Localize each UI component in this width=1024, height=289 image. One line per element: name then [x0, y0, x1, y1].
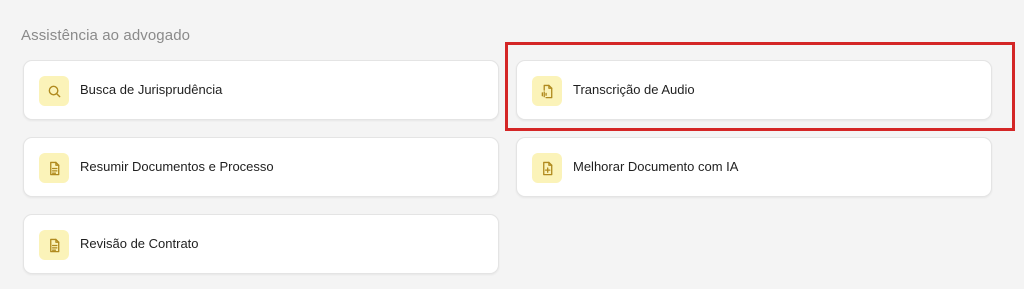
card-label: Melhorar Documento com IA [573, 159, 739, 174]
document-icon [39, 153, 69, 183]
card-transcricao-audio[interactable]: Transcrição de Audio [516, 60, 992, 120]
card-label: Resumir Documentos e Processo [80, 159, 274, 174]
card-label: Busca de Jurisprudência [80, 82, 223, 97]
section-title: Assistência ao advogado [21, 27, 191, 44]
document-icon [39, 230, 69, 260]
card-label: Revisão de Contrato [80, 236, 199, 251]
card-melhorar-documento[interactable]: Melhorar Documento com IA [516, 137, 992, 197]
document-plus-icon [532, 153, 562, 183]
audio-file-icon [532, 76, 562, 106]
search-icon [39, 76, 69, 106]
card-revisao-contrato[interactable]: Revisão de Contrato [23, 214, 499, 274]
card-busca-jurisprudencia[interactable]: Busca de Jurisprudência [23, 60, 499, 120]
card-label: Transcrição de Audio [573, 82, 695, 97]
card-resumir-documentos[interactable]: Resumir Documentos e Processo [23, 137, 499, 197]
